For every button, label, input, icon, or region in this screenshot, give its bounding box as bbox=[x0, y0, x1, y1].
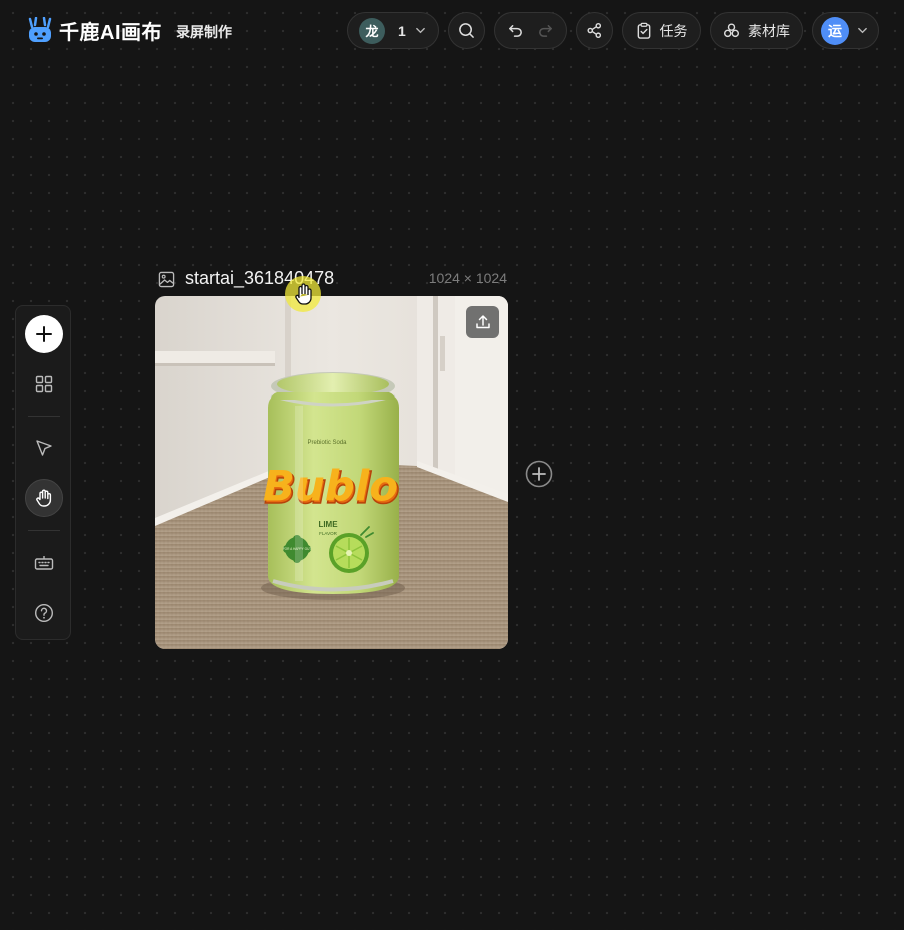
assets-label: 素材库 bbox=[748, 22, 790, 39]
collaborator-avatar: 龙 bbox=[359, 17, 385, 44]
help-icon bbox=[34, 603, 54, 623]
history-controls bbox=[494, 12, 567, 49]
pointer-icon bbox=[36, 440, 52, 456]
node-dimensions: 1024 × 1024 bbox=[428, 270, 507, 286]
user-avatar: 运 bbox=[821, 16, 849, 45]
sidebar-divider bbox=[28, 530, 60, 531]
tasks-label: 任务 bbox=[659, 22, 688, 39]
upload-icon bbox=[475, 315, 490, 329]
can-brand-highlight: Bublo bbox=[263, 462, 398, 511]
chevron-down-icon bbox=[415, 27, 425, 34]
undo-icon[interactable] bbox=[507, 22, 524, 39]
export-button[interactable] bbox=[466, 306, 499, 338]
plus-icon bbox=[36, 326, 52, 342]
mouse-cursor bbox=[283, 274, 323, 314]
can-flavor: LIME bbox=[318, 520, 338, 529]
tool-sidebar bbox=[15, 305, 71, 640]
add-connected-node-button[interactable] bbox=[525, 460, 553, 488]
product-image: Prebiotic Soda Bublo Bublo LIME FLAVOR F… bbox=[155, 296, 508, 649]
hand-cursor-icon bbox=[285, 276, 321, 312]
tasks-button[interactable]: 任务 bbox=[622, 12, 701, 49]
image-node-header[interactable]: startai_361840478 1024 × 1024 bbox=[157, 268, 507, 290]
layout-button[interactable] bbox=[25, 365, 63, 403]
share-icon bbox=[587, 22, 602, 39]
search-icon bbox=[459, 23, 474, 38]
redo-icon[interactable] bbox=[537, 22, 554, 39]
deer-logo-icon bbox=[28, 16, 52, 42]
collaborators-button[interactable]: 龙 1 bbox=[347, 12, 439, 49]
keyboard-shortcuts-button[interactable] bbox=[25, 544, 63, 582]
collaborator-count: 1 bbox=[398, 22, 406, 39]
app-logo[interactable]: 千鹿AI画布 bbox=[27, 16, 162, 45]
add-button[interactable] bbox=[25, 315, 63, 353]
image-node[interactable]: Prebiotic Soda Bublo Bublo LIME FLAVOR F… bbox=[155, 296, 508, 649]
assets-icon bbox=[723, 23, 740, 38]
can-flavor-sub: FLAVOR bbox=[319, 531, 337, 536]
keyboard-icon bbox=[34, 556, 54, 570]
top-bar: 千鹿AI画布 录屏制作 龙 1 任务 素材库 运 bbox=[0, 0, 904, 62]
assets-button[interactable]: 素材库 bbox=[710, 12, 803, 49]
app-title: 千鹿AI画布 bbox=[59, 22, 162, 44]
chevron-down-icon bbox=[858, 27, 867, 34]
hand-tool-button[interactable] bbox=[25, 479, 63, 517]
image-icon bbox=[158, 271, 175, 288]
user-menu[interactable]: 运 bbox=[812, 12, 879, 49]
project-title: 录屏制作 bbox=[176, 24, 232, 40]
grid-icon bbox=[35, 375, 53, 393]
search-button[interactable] bbox=[448, 12, 485, 49]
plus-circle-icon bbox=[525, 460, 553, 488]
sidebar-divider bbox=[28, 416, 60, 417]
help-button[interactable] bbox=[25, 594, 63, 632]
select-tool-button[interactable] bbox=[25, 429, 63, 467]
share-button[interactable] bbox=[576, 12, 613, 49]
can-tagline: Prebiotic Soda bbox=[307, 440, 347, 446]
hand-icon bbox=[36, 489, 52, 507]
clipboard-icon bbox=[637, 22, 650, 39]
